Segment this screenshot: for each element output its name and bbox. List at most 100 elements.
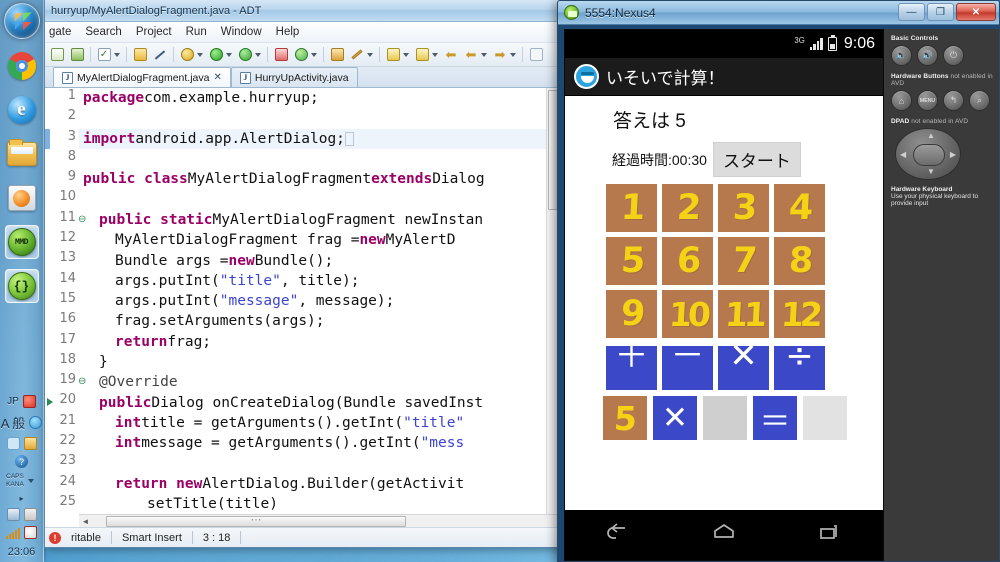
expression-cell[interactable]: 5 (603, 396, 647, 440)
operator-button[interactable]: ÷ (774, 346, 825, 390)
hardware-search-button[interactable]: ⌕ (969, 90, 990, 111)
number-button[interactable]: 2 (662, 184, 713, 232)
expression-cell[interactable]: ✕ (653, 396, 697, 440)
basic-controls-row[interactable]: 🔈 🔊 ⏻ (891, 45, 999, 66)
tray-ime-lang[interactable]: JP (0, 395, 44, 408)
number-button[interactable]: 6 (662, 237, 713, 285)
number-button[interactable]: 10 (662, 290, 713, 338)
eclipse-menubar[interactable]: gate Search Project Run Window Help (45, 22, 559, 43)
tab-hurry-up-activity[interactable]: J HurryUpActivity.java (231, 67, 358, 87)
number-button[interactable]: 5 (606, 237, 657, 285)
new-android-project-icon[interactable] (272, 46, 290, 64)
code-line[interactable]: return new AlertDialog.Builder(getActivi… (79, 474, 559, 494)
code-line[interactable]: public class MyAlertDialogFragment exten… (79, 169, 559, 189)
windows-taskbar[interactable]: MMD {} JP A 般 ? CAPS KANA ▸ (0, 0, 44, 562)
previous-annotation-icon[interactable] (413, 46, 431, 64)
ime-help-icon[interactable] (7, 437, 20, 450)
code-line[interactable]: MyAlertDialogFragment frag = new MyAlert… (79, 230, 559, 250)
ime-dictionary-icon[interactable] (24, 437, 37, 450)
code-line[interactable]: args.putInt("message", message); (79, 291, 559, 311)
code-editor[interactable]: 123⊕891011⊖1213141516171819⊖202122232425… (45, 88, 559, 527)
number-button[interactable]: 3 (718, 184, 769, 232)
device-screen[interactable]: 3G 9:06 いそいで計算！ 答えは 5 経過時間:00:30 スタート 12… (564, 29, 884, 561)
toggle-mark-occurrences-icon[interactable] (527, 46, 545, 64)
dpad-center-button[interactable] (913, 144, 945, 166)
code-line[interactable]: frag.setArguments(args); (79, 311, 559, 331)
operator-button[interactable]: ＋ (606, 346, 657, 390)
run-icon[interactable] (207, 46, 225, 64)
power-button[interactable]: ⏻ (943, 45, 964, 66)
expression-row[interactable]: 5✕＝ (603, 396, 847, 440)
coverage-dropdown-icon[interactable] (255, 53, 261, 57)
tray-help[interactable]: ? (0, 455, 44, 468)
operator-button-row[interactable]: ＋－✕÷ (606, 346, 825, 390)
emulator-window[interactable]: 5554:Nexus4 — ❐ ✕ 3G 9:06 いそいで計算！ 答えは (557, 0, 1000, 562)
horizontal-scroll-thumb[interactable] (106, 516, 406, 527)
coverage-icon[interactable] (236, 46, 254, 64)
tray-network-volume[interactable] (0, 526, 44, 539)
save-icon[interactable] (68, 46, 86, 64)
open-resource-icon[interactable] (328, 46, 346, 64)
minimize-button[interactable]: — (898, 3, 925, 21)
maximize-button[interactable]: ❐ (927, 3, 954, 21)
hardware-home-button[interactable]: ⌂ (891, 90, 912, 111)
android-navigation-bar[interactable] (565, 510, 883, 560)
number-button[interactable]: 4 (774, 184, 825, 232)
chevron-down-icon[interactable] (28, 479, 34, 483)
brush-dropdown-icon[interactable] (367, 53, 373, 57)
help-icon[interactable]: ? (15, 455, 28, 468)
code-line[interactable] (79, 108, 559, 128)
expression-cell[interactable] (703, 396, 747, 440)
taskbar-item-media-player[interactable] (5, 181, 39, 215)
number-button[interactable]: 12 (774, 290, 825, 338)
start-button[interactable] (4, 3, 40, 39)
eclipse-titlebar[interactable]: hurryup/MyAlertDialogFragment.java - ADT (45, 0, 559, 22)
new-wizard-icon[interactable] (48, 46, 66, 64)
editor-horizontal-scrollbar[interactable]: ◄ (79, 514, 559, 527)
validate-icon[interactable]: ✓ (95, 46, 113, 64)
safely-remove-icon[interactable] (24, 508, 37, 521)
eclipse-window[interactable]: hurryup/MyAlertDialogFragment.java - ADT… (44, 0, 560, 548)
avd-dropdown-icon[interactable] (311, 53, 317, 57)
editor-tabbar[interactable]: J MyAlertDialogFragment.java ✕ J HurryUp… (45, 67, 559, 88)
eclipse-toolbar[interactable]: ✓ ⬅ ⬅ ➡ (45, 43, 559, 67)
code-line[interactable]: public static MyAlertDialogFragment newI… (79, 210, 559, 230)
menu-navigate[interactable]: gate (49, 26, 71, 38)
number-button[interactable]: 1 (606, 184, 657, 232)
network-signal-icon[interactable] (6, 527, 20, 539)
number-button[interactable]: 7 (718, 237, 769, 285)
expression-cell[interactable] (803, 396, 847, 440)
code-line[interactable]: return frag; (79, 332, 559, 352)
validate-dropdown-icon[interactable] (114, 53, 120, 57)
ime-palette-icon[interactable] (29, 416, 42, 429)
dpad-control[interactable]: ▲ ◀ ▶ ▼ (895, 128, 961, 180)
taskbar-item-explorer[interactable] (5, 137, 39, 171)
taskbar-item-eclipse[interactable]: {} (5, 269, 39, 303)
taskbar-item-internet-explorer[interactable] (5, 93, 39, 127)
emulator-titlebar[interactable]: 5554:Nexus4 — ❐ ✕ (558, 1, 999, 25)
hardware-back-button[interactable]: ↰ (943, 90, 964, 111)
tray-overflow[interactable]: ▸ (0, 494, 44, 503)
forward-dropdown-icon[interactable] (510, 53, 516, 57)
history-dropdown-icon[interactable] (481, 53, 487, 57)
code-line[interactable] (79, 453, 559, 473)
taskbar-item-command-prompt[interactable]: MMD (5, 225, 39, 259)
back-icon[interactable]: ⬅ (442, 46, 460, 64)
operator-button[interactable]: ✕ (718, 346, 769, 390)
system-tray[interactable]: JP A 般 ? CAPS KANA ▸ (0, 390, 44, 562)
menu-run[interactable]: Run (186, 26, 207, 38)
forward-icon[interactable]: ➡ (491, 46, 509, 64)
home-icon[interactable] (711, 522, 737, 549)
android-sdk-manager-icon[interactable] (131, 46, 149, 64)
volume-down-button[interactable]: 🔈 (891, 45, 912, 66)
pencil-icon[interactable] (151, 46, 169, 64)
code-line[interactable]: import android.app.AlertDialog; (79, 129, 559, 149)
taskbar-clock[interactable]: 23:06 (8, 546, 36, 558)
hardware-menu-button[interactable]: MENU (917, 90, 938, 111)
code-line[interactable]: Bundle args = new Bundle(); (79, 250, 559, 270)
scroll-left-icon[interactable]: ◄ (79, 517, 92, 526)
previous-annotation-dropdown-icon[interactable] (432, 53, 438, 57)
code-text-area[interactable]: package com.example.hurryup;import andro… (79, 88, 559, 527)
dpad-down-icon[interactable]: ▼ (927, 168, 935, 176)
number-button[interactable]: 11 (718, 290, 769, 338)
